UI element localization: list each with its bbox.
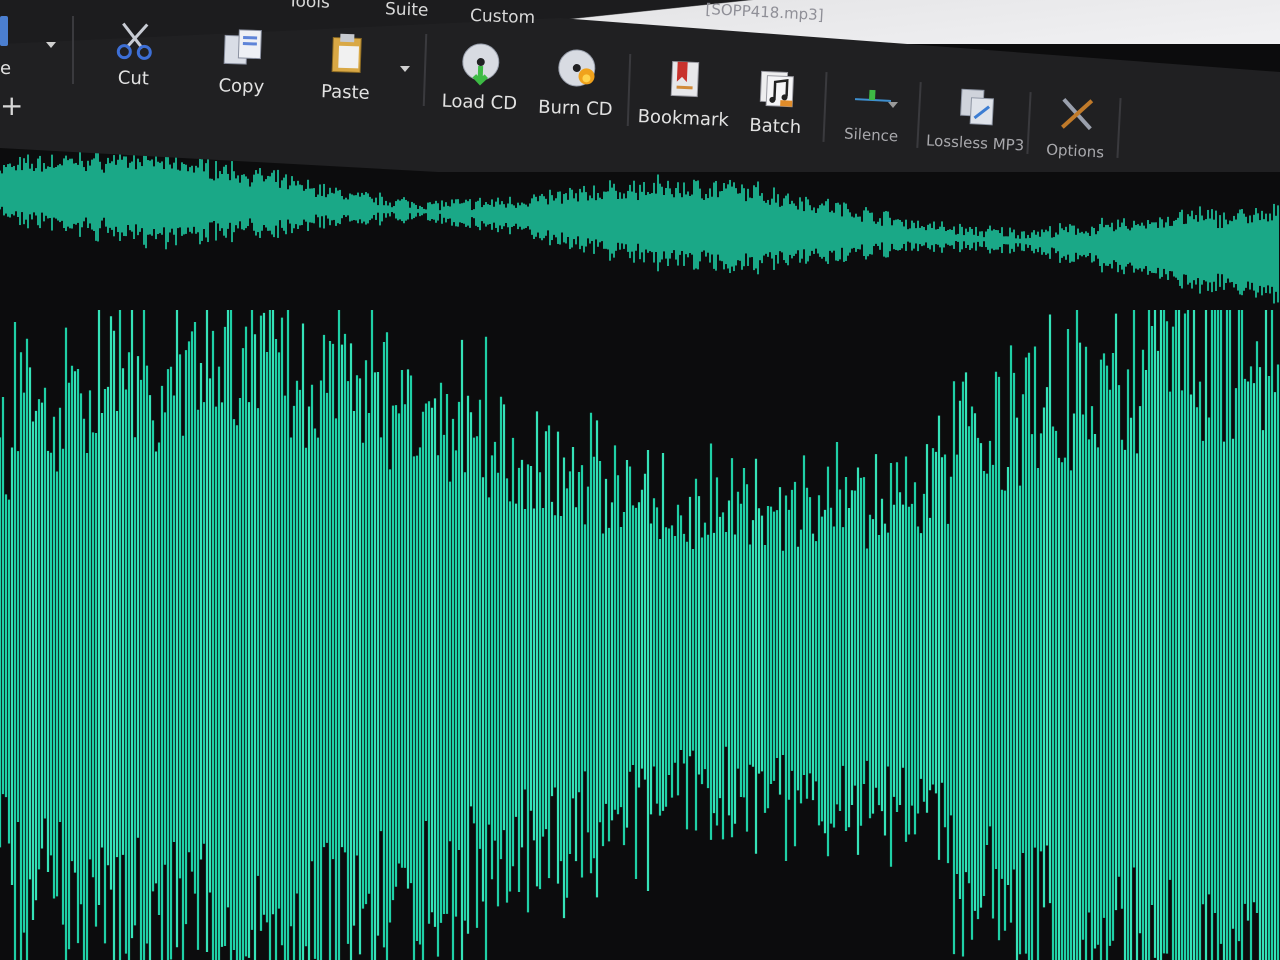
copy-icon (220, 25, 266, 71)
partial-toolbar-label: e (0, 58, 12, 79)
silence-label: Silence (843, 124, 899, 146)
bookmark-icon (662, 57, 708, 103)
batch-button[interactable]: Batch (724, 64, 828, 154)
cut-label: Cut (117, 67, 150, 90)
add-icon[interactable]: + (0, 92, 23, 120)
paste-label: Paste (320, 81, 371, 104)
chevron-down-icon[interactable] (46, 42, 56, 48)
menu-suite[interactable]: Suite (385, 0, 429, 21)
window-title: [SOPP418.mp3] (705, 0, 825, 25)
main-waveform-track (0, 310, 1280, 960)
copy-label: Copy (218, 75, 265, 98)
burn-cd-icon (554, 47, 600, 93)
menu-tools[interactable]: Tools (288, 0, 331, 13)
options-button[interactable]: Options (1024, 89, 1128, 180)
partial-toolbar-icon[interactable] (0, 16, 8, 46)
load-cd-label: Load CD (441, 90, 518, 115)
cut-button[interactable]: Cut (83, 16, 186, 105)
silence-dropdown-chevron-icon[interactable] (888, 102, 898, 108)
paste-dropdown-chevron-icon[interactable] (400, 66, 410, 72)
load-cd-icon (458, 41, 504, 87)
paste-clipboard-icon (324, 31, 370, 77)
silence-button[interactable]: Silence (820, 73, 924, 164)
lossless-mp3-icon (954, 83, 1000, 129)
bookmark-button[interactable]: Bookmark (632, 56, 736, 146)
copy-button[interactable]: Copy (191, 24, 294, 113)
bookmark-label: Bookmark (637, 106, 730, 131)
burn-cd-button[interactable]: Burn CD (525, 46, 628, 135)
toolbar-separator (72, 16, 74, 84)
tools-options-icon (1054, 91, 1100, 137)
lossless-mp3-button[interactable]: Lossless MP3 (924, 81, 1028, 172)
burn-cd-label: Burn CD (537, 96, 613, 121)
batch-music-icon (754, 65, 800, 111)
batch-label: Batch (748, 114, 802, 139)
scissors-icon (112, 17, 158, 63)
silence-icon (850, 75, 896, 121)
options-label: Options (1045, 140, 1105, 162)
paste-button[interactable]: Paste (295, 30, 398, 119)
load-cd-button[interactable]: Load CD (429, 40, 532, 129)
menu-custom[interactable]: Custom (470, 6, 536, 28)
lossless-mp3-label: Lossless MP3 (925, 131, 1025, 155)
